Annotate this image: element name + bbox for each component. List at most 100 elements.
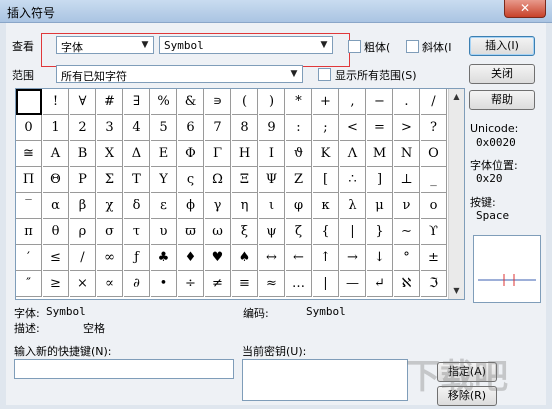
symbol-cell[interactable]: ♠: [232, 245, 258, 271]
symbol-cell[interactable]: ∀: [70, 89, 96, 115]
help-button[interactable]: 帮助: [469, 90, 535, 110]
symbol-cell[interactable]: γ: [205, 193, 231, 219]
symbol-cell[interactable]: ♣: [151, 245, 177, 271]
symbol-cell[interactable]: 1: [43, 115, 69, 141]
symbol-cell[interactable]: ν: [394, 193, 420, 219]
symbol-cell[interactable]: θ: [43, 219, 69, 245]
symbol-cell[interactable]: ϒ: [421, 219, 447, 245]
symbol-cell[interactable]: ÷: [178, 271, 204, 297]
symbol-cell[interactable]: ∝: [97, 271, 123, 297]
symbol-cell[interactable]: Ψ: [259, 167, 285, 193]
symbol-cell[interactable]: 2: [70, 115, 96, 141]
symbol-cell[interactable]: ≡: [232, 271, 258, 297]
symbol-cell[interactable]: ;: [313, 115, 339, 141]
symbol-cell[interactable]: 6: [178, 115, 204, 141]
symbol-cell[interactable]: 8: [232, 115, 258, 141]
symbol-cell[interactable]: /: [70, 245, 96, 271]
symbol-cell[interactable]: ↓: [367, 245, 393, 271]
symbol-cell[interactable]: σ: [97, 219, 123, 245]
symbol-cell[interactable]: ∃: [124, 89, 150, 115]
font-name-select[interactable]: Symbol ▼: [159, 36, 333, 54]
symbol-cell[interactable]: Β: [70, 141, 96, 167]
symbol-cell[interactable]: α: [43, 193, 69, 219]
symbol-cell[interactable]: 7: [205, 115, 231, 141]
symbol-cell[interactable]: }: [367, 219, 393, 245]
symbol-cell[interactable]: π: [16, 219, 42, 245]
symbol-cell[interactable]: 4: [124, 115, 150, 141]
font-type-select[interactable]: 字体 ▼: [56, 36, 154, 54]
current-keys-list[interactable]: [242, 359, 408, 401]
symbol-cell[interactable]: 5: [151, 115, 177, 141]
symbol-cell[interactable]: |: [313, 271, 339, 297]
symbol-cell[interactable]: .: [394, 89, 420, 115]
close-button[interactable]: 关闭: [469, 64, 535, 84]
symbol-cell[interactable]: λ: [340, 193, 366, 219]
symbol-cell[interactable]: Γ: [205, 141, 231, 167]
symbol-cell[interactable]: =: [367, 115, 393, 141]
symbol-cell[interactable]: |: [340, 219, 366, 245]
symbol-cell[interactable]: τ: [124, 219, 150, 245]
symbol-cell[interactable]: ≤: [43, 245, 69, 271]
symbol-cell[interactable]: Η: [232, 141, 258, 167]
symbol-cell[interactable]: ←: [286, 245, 312, 271]
symbol-cell[interactable]: ⊥: [394, 167, 420, 193]
symbol-cell[interactable]: φ: [286, 193, 312, 219]
symbol-cell[interactable]: ε: [151, 193, 177, 219]
symbol-cell[interactable]: —: [340, 271, 366, 297]
symbol-cell[interactable]: ≅: [16, 141, 42, 167]
symbol-cell[interactable]: ϕ: [178, 193, 204, 219]
italic-checkbox[interactable]: [406, 40, 419, 53]
symbol-cell[interactable]: ?: [421, 115, 447, 141]
symbol-cell[interactable]: ϖ: [178, 219, 204, 245]
symbol-cell[interactable]: Ν: [394, 141, 420, 167]
symbol-cell[interactable]: >: [394, 115, 420, 141]
symbol-cell[interactable]: ∂: [124, 271, 150, 297]
symbol-cell[interactable]: Ρ: [70, 167, 96, 193]
symbol-cell[interactable]: δ: [124, 193, 150, 219]
symbol-cell[interactable]: <: [340, 115, 366, 141]
symbol-cell[interactable]: Σ: [97, 167, 123, 193]
insert-button[interactable]: 插入(I): [469, 36, 535, 56]
symbol-cell[interactable]: Τ: [124, 167, 150, 193]
symbol-cell[interactable]: ζ: [286, 219, 312, 245]
symbol-cell[interactable]: Υ: [151, 167, 177, 193]
symbol-cell[interactable]: Ζ: [286, 167, 312, 193]
symbol-cell[interactable]: /: [421, 89, 447, 115]
symbol-cell[interactable]: +: [313, 89, 339, 115]
symbol-cell[interactable]: ∍: [205, 89, 231, 115]
symbol-cell[interactable]: ♦: [178, 245, 204, 271]
symbol-cell[interactable]: ς: [178, 167, 204, 193]
symbol-cell[interactable]: :: [286, 115, 312, 141]
symbol-cell[interactable]: ο: [421, 193, 447, 219]
symbol-cell[interactable]: {: [313, 219, 339, 245]
symbol-cell[interactable]: μ: [367, 193, 393, 219]
symbol-cell[interactable]: !: [43, 89, 69, 115]
symbol-cell[interactable]: Ω: [205, 167, 231, 193]
symbol-cell[interactable]: °: [394, 245, 420, 271]
symbol-cell[interactable]: Α: [43, 141, 69, 167]
symbol-cell[interactable]: κ: [313, 193, 339, 219]
symbol-cell[interactable]: ↵: [367, 271, 393, 297]
symbol-grid[interactable]: ▲ ▼ ! ∀ # ∃% & ∍() * +, −./0 1 2 3 4 5 6 7 8 9:; < = >? ≅ Α Β Χ Δ…: [15, 88, 465, 300]
symbol-cell[interactable]: →: [340, 245, 366, 271]
symbol-cell[interactable]: ↑: [313, 245, 339, 271]
symbol-cell[interactable]: [16, 89, 42, 115]
symbol-cell[interactable]: ): [259, 89, 285, 115]
symbol-cell[interactable]: Μ: [367, 141, 393, 167]
symbol-cell[interactable]: ″: [16, 271, 42, 297]
symbol-cell[interactable]: ∞: [97, 245, 123, 271]
show-all-checkbox[interactable]: [318, 68, 331, 81]
symbol-cell[interactable]: Ο: [421, 141, 447, 167]
symbol-cell[interactable]: *: [286, 89, 312, 115]
symbol-cell[interactable]: ′: [16, 245, 42, 271]
symbol-cell[interactable]: (: [232, 89, 258, 115]
symbol-cell[interactable]: ≥: [43, 271, 69, 297]
symbol-cell[interactable]: #: [97, 89, 123, 115]
symbol-cell[interactable]: ψ: [259, 219, 285, 245]
symbol-cell[interactable]: ∴: [340, 167, 366, 193]
symbol-cell[interactable]: ρ: [70, 219, 96, 245]
symbol-cell[interactable]: χ: [97, 193, 123, 219]
scroll-up-icon[interactable]: ▲: [450, 90, 463, 104]
symbol-cell[interactable]: Δ: [124, 141, 150, 167]
scroll-down-icon[interactable]: ▼: [450, 284, 463, 298]
